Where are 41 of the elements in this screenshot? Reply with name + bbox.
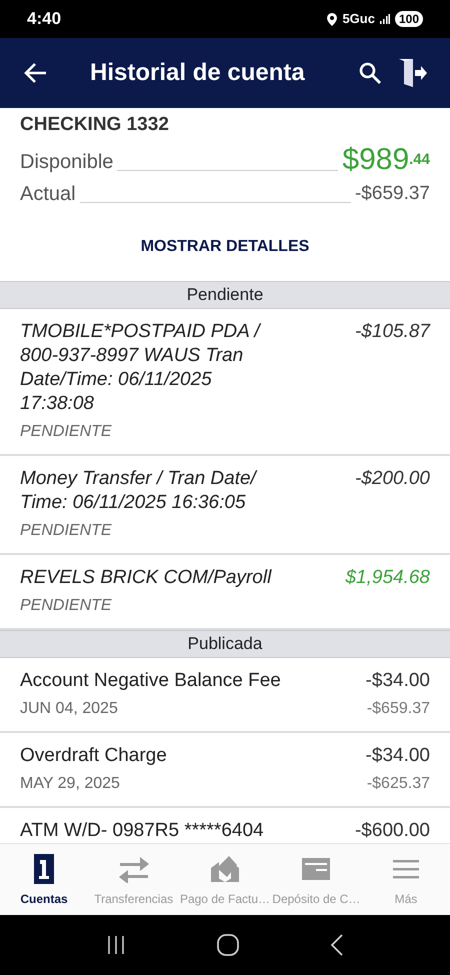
actual-balance: -$659.37 bbox=[354, 182, 430, 206]
transaction-description: REVELS BRICK COM/Payroll bbox=[20, 566, 273, 590]
home-icon[interactable] bbox=[216, 934, 239, 956]
transaction-amount: -$34.00 bbox=[366, 668, 430, 692]
transaction-description: TMOBILE*POSTPAID PDA / 800-937-8997 WAUS Tran Date/Time: 06/11/2025 17:38:08 bbox=[20, 320, 262, 416]
transaction-description: Money Transfer / Tran Date/ Time: 06/11/2025 16:36:05 bbox=[20, 466, 258, 514]
recent-apps-icon[interactable] bbox=[106, 935, 126, 955]
section-header: Publicada bbox=[0, 630, 450, 658]
battery-level: 100 bbox=[394, 11, 423, 27]
transaction-status: PENDIENTE bbox=[20, 520, 113, 540]
back-icon[interactable] bbox=[330, 934, 344, 956]
transaction-description: Overdraft Charge bbox=[20, 744, 168, 768]
nav-tab[interactable]: Pago de Factu… bbox=[179, 852, 271, 908]
nav-tab[interactable]: Cuentas bbox=[0, 852, 88, 908]
transaction-status: PENDIENTE bbox=[20, 596, 113, 616]
nav-tab[interactable]: Transferencias bbox=[88, 852, 180, 908]
show-details-button[interactable]: MOSTRAR DETALLES bbox=[140, 234, 310, 258]
available-label: Disponible bbox=[20, 150, 114, 174]
transaction-description: ATM W/D- 0987R5 *****6404 bbox=[20, 818, 265, 842]
network-label: 5Guc bbox=[342, 10, 375, 28]
location-icon bbox=[327, 12, 338, 26]
transaction-amount: -$105.87 bbox=[354, 320, 430, 344]
signal-icon bbox=[380, 14, 390, 24]
section-header: Pendiente bbox=[0, 280, 450, 308]
account-name: CHECKING 1332 bbox=[20, 113, 170, 137]
transaction-date: JUN 04, 2025 bbox=[20, 698, 119, 718]
transaction-amount: -$200.00 bbox=[354, 466, 430, 490]
transaction-date: MAY 29, 2025 bbox=[20, 774, 121, 794]
number-one-icon bbox=[33, 852, 55, 886]
screen-title: Historial de cuenta bbox=[90, 58, 306, 88]
nav-tab[interactable]: Depósito de C… bbox=[270, 852, 362, 908]
running-balance: -$625.37 bbox=[366, 774, 430, 794]
nav-tab[interactable]: Más bbox=[362, 852, 450, 908]
running-balance: -$659.37 bbox=[366, 698, 430, 718]
transaction-description: Account Negative Balance Fee bbox=[20, 668, 282, 692]
actual-label: Actual bbox=[20, 182, 76, 206]
transaction-amount: -$34.00 bbox=[366, 744, 430, 768]
transaction-status: PENDIENTE bbox=[20, 422, 113, 442]
transaction-amount: $1,954.68 bbox=[345, 566, 430, 590]
transaction-amount: -$600.00 bbox=[354, 818, 430, 842]
status-time: 4:40 bbox=[27, 8, 62, 30]
